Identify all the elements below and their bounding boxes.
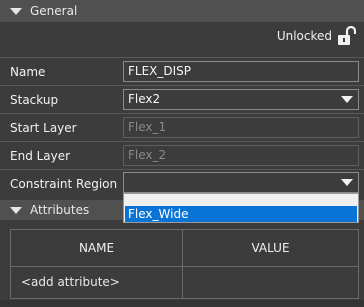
divider <box>0 169 364 170</box>
end-layer-field: Flex_2 <box>123 145 359 166</box>
end-layer-label: End Layer <box>10 149 71 163</box>
divider <box>0 113 364 114</box>
divider <box>0 141 364 142</box>
popup-option-flex-wide[interactable]: Flex_Wide <box>125 206 357 222</box>
stackup-label: Stackup <box>10 93 59 107</box>
stackup-value: Flex2 <box>128 92 161 106</box>
lock-status-label: Unlocked <box>276 29 332 43</box>
stackup-dropdown[interactable]: Flex2 <box>123 89 359 110</box>
column-header-name[interactable]: NAME <box>11 230 183 266</box>
collapse-caret-icon[interactable] <box>10 7 22 15</box>
attributes-section-title: Attributes <box>30 203 90 217</box>
constraint-region-label: Constraint Region <box>10 177 118 191</box>
unlocked-padlock-icon[interactable] <box>336 26 356 46</box>
divider <box>0 57 364 58</box>
general-section-header[interactable]: General <box>0 0 364 22</box>
dropdown-arrow-icon[interactable] <box>341 179 353 186</box>
name-label: Name <box>10 65 46 79</box>
general-section-title: General <box>30 4 78 18</box>
divider <box>0 85 364 86</box>
start-layer-field: Flex_1 <box>123 117 359 138</box>
name-field[interactable]: FLEX_DISP <box>123 61 359 82</box>
dropdown-arrow-icon[interactable] <box>341 96 353 103</box>
start-layer-label: Start Layer <box>10 121 77 135</box>
column-header-value[interactable]: VALUE <box>183 230 358 266</box>
collapse-caret-icon[interactable] <box>10 206 22 214</box>
attributes-table: NAME VALUE <add attribute> <box>10 229 359 299</box>
lock-row: Unlocked <box>0 22 364 50</box>
bottom-bar <box>0 300 364 307</box>
add-attribute-cell[interactable]: <add attribute> <box>11 267 183 298</box>
constraint-region-dropdown[interactable] <box>123 172 359 193</box>
attribute-value-cell[interactable] <box>183 267 358 298</box>
constraint-region-popup: Flex_Wide <box>123 193 359 223</box>
